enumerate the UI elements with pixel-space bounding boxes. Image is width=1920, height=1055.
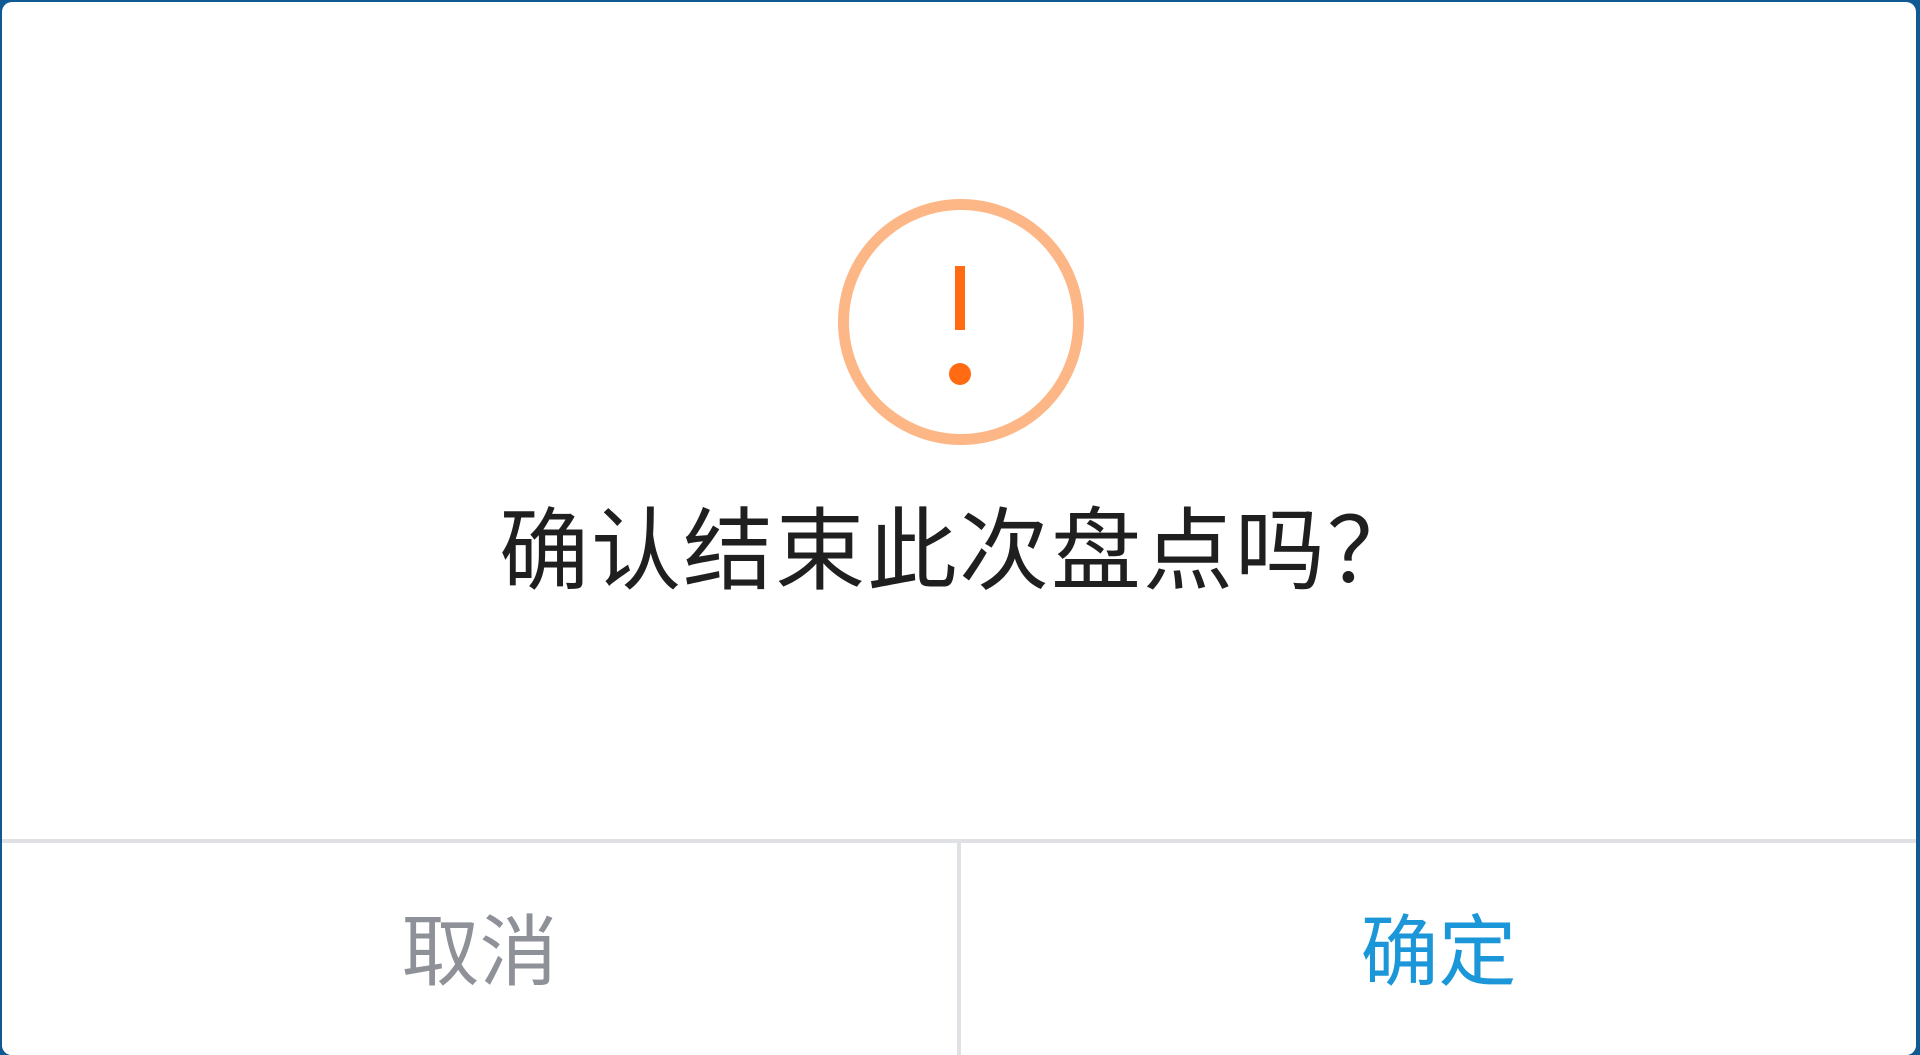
dialog-message: 确认结束此次盘点吗？ — [499, 499, 1419, 604]
confirm-dialog: 确认结束此次盘点吗？ 取消 确定 — [2, 2, 1916, 1055]
dialog-footer: 取消 确定 — [2, 839, 1916, 1055]
warning-icon — [838, 199, 1084, 445]
exclamation-icon — [949, 266, 971, 385]
cancel-button[interactable]: 取消 — [2, 843, 961, 1055]
confirm-button[interactable]: 确定 — [961, 843, 1916, 1055]
